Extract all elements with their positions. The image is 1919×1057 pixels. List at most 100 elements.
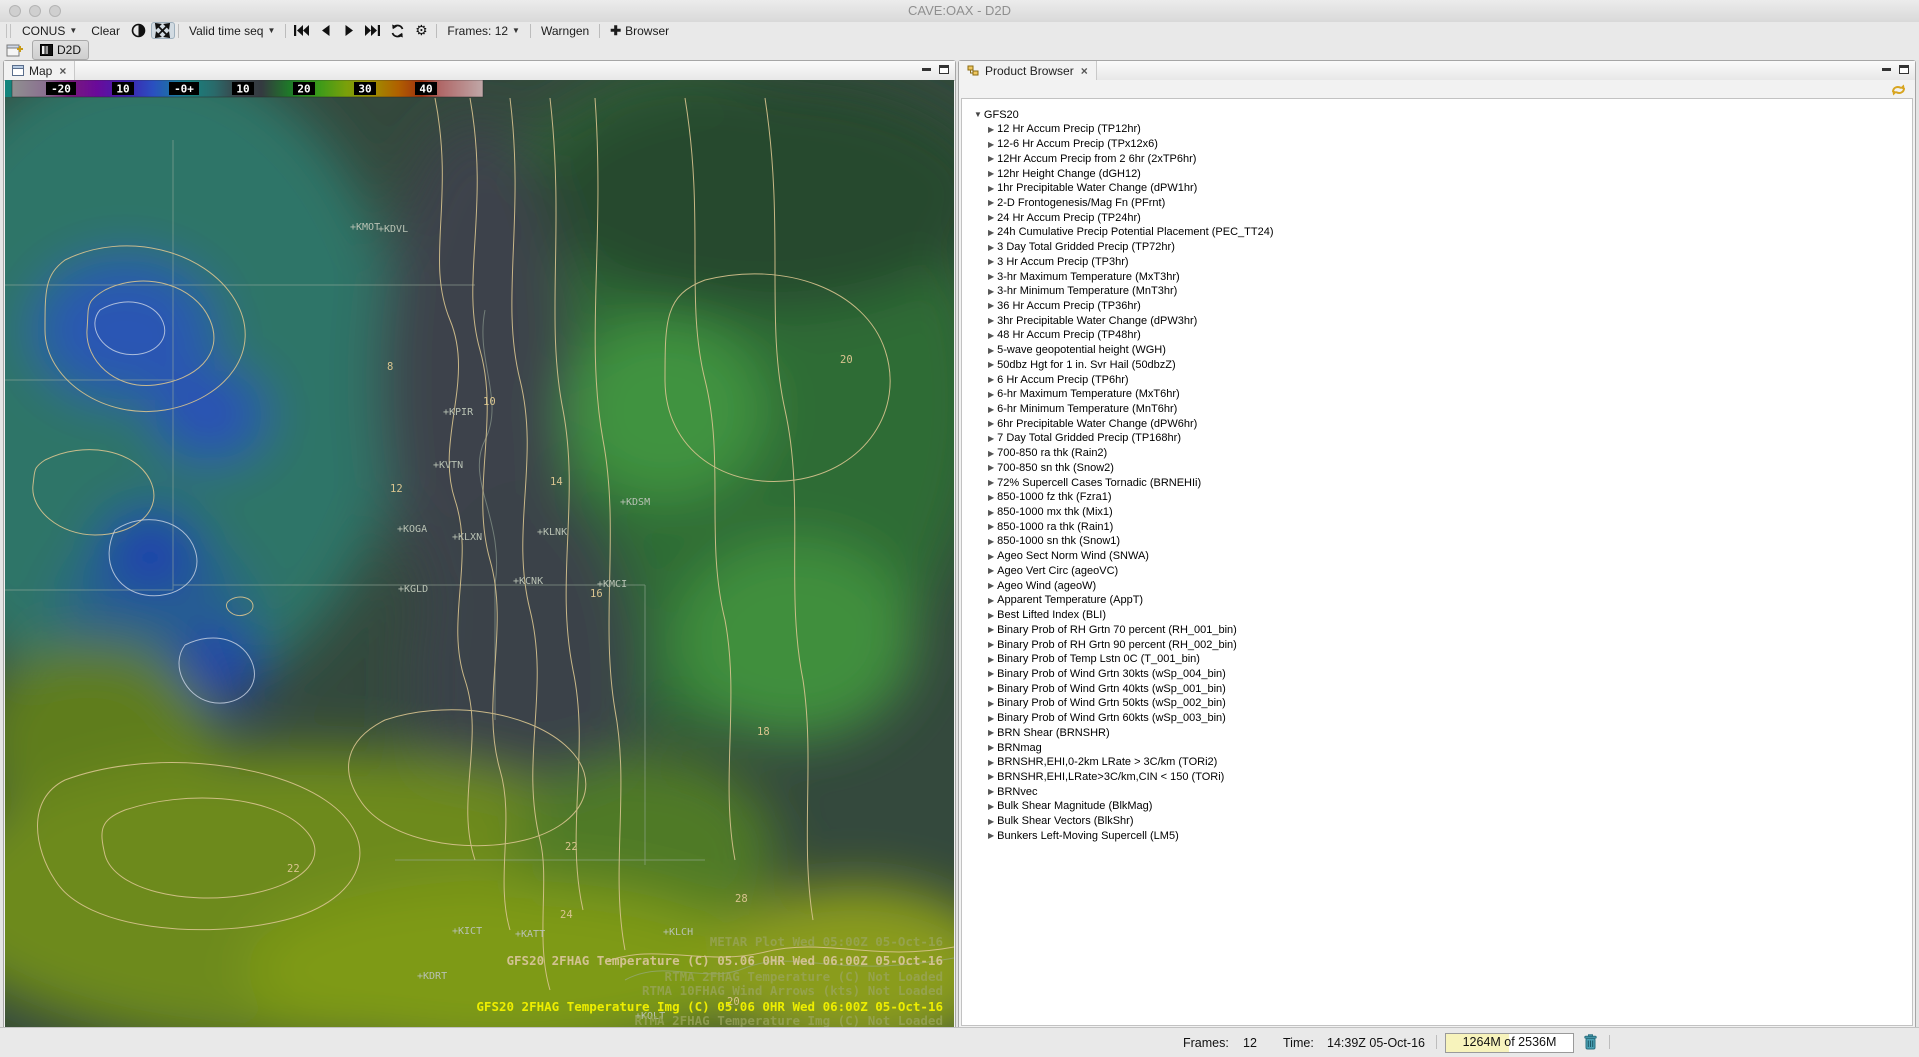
tree-item[interactable]: ▶Binary Prob of Temp Lstn 0C (T_001_bin) <box>988 652 1912 667</box>
expand-arrow-icon[interactable]: ▶ <box>988 743 994 752</box>
tree-item[interactable]: ▶1hr Precipitable Water Change (dPW1hr) <box>988 181 1912 196</box>
expand-arrow-icon[interactable]: ▶ <box>988 390 994 399</box>
tree-item[interactable]: ▶850-1000 mx thk (Mix1) <box>988 505 1912 520</box>
tree-item[interactable]: ▶Ageo Wind (ageoW) <box>988 578 1912 593</box>
tree-item[interactable]: ▶5-wave geopotential height (WGH) <box>988 343 1912 358</box>
collapse-arrow-icon[interactable]: ▼ <box>974 110 982 119</box>
tree-item[interactable]: ▶Best Lifted Index (BLI) <box>988 608 1912 623</box>
tree-item[interactable]: ▶3hr Precipitable Water Change (dPW3hr) <box>988 313 1912 328</box>
expand-arrow-icon[interactable]: ▶ <box>988 419 994 428</box>
expand-arrow-icon[interactable]: ▶ <box>988 434 994 443</box>
tree-item[interactable]: ▶2-D Frontogenesis/Mag Fn (PFrnt) <box>988 196 1912 211</box>
expand-arrow-icon[interactable]: ▶ <box>988 655 994 664</box>
tree-item[interactable]: ▶BRNmag <box>988 740 1912 755</box>
expand-arrow-icon[interactable]: ▶ <box>988 449 994 458</box>
map-canvas[interactable]: +KMOT+KDVL+KPIR+KVTN+KLNK+KOGA+KLXN+KGLD… <box>5 80 954 1027</box>
tree-item[interactable]: ▶24 Hr Accum Precip (TP24hr) <box>988 210 1912 225</box>
expand-arrow-icon[interactable]: ▶ <box>988 611 994 620</box>
tree-item[interactable]: ▶12Hr Accum Precip from 2 6hr (2xTP6hr) <box>988 151 1912 166</box>
expand-arrow-icon[interactable]: ▶ <box>988 405 994 414</box>
tree-item[interactable]: ▶3 Hr Accum Precip (TP3hr) <box>988 254 1912 269</box>
expand-arrow-icon[interactable]: ▶ <box>988 463 994 472</box>
valid-time-seq-dropdown[interactable]: Valid time seq▼ <box>182 22 282 39</box>
expand-arrow-icon[interactable]: ▶ <box>988 493 994 502</box>
expand-arrow-icon[interactable]: ▶ <box>988 831 994 840</box>
expand-arrow-icon[interactable]: ▶ <box>988 301 994 310</box>
close-icon[interactable]: × <box>1081 64 1088 78</box>
expand-arrow-icon[interactable]: ▶ <box>988 346 994 355</box>
tree-item[interactable]: ▶3-hr Maximum Temperature (MxT3hr) <box>988 269 1912 284</box>
expand-arrow-icon[interactable]: ▶ <box>988 228 994 237</box>
expand-arrow-icon[interactable]: ▶ <box>988 758 994 767</box>
tree-item[interactable]: ▶6-hr Minimum Temperature (MnT6hr) <box>988 402 1912 417</box>
expand-arrow-icon[interactable]: ▶ <box>988 537 994 546</box>
expand-arrow-icon[interactable]: ▶ <box>988 198 994 207</box>
first-frame-button[interactable] <box>289 22 313 39</box>
expand-arrow-icon[interactable]: ▶ <box>988 243 994 252</box>
tree-item[interactable]: ▶850-1000 fz thk (Fzra1) <box>988 490 1912 505</box>
tree-item[interactable]: ▶50dbz Hgt for 1 in. Svr Hail (50dbzZ) <box>988 358 1912 373</box>
expand-arrow-icon[interactable]: ▶ <box>988 566 994 575</box>
tree-item[interactable]: ▶Binary Prob of RH Grtn 70 percent (RH_0… <box>988 622 1912 637</box>
play-button[interactable] <box>337 22 361 39</box>
expand-arrow-icon[interactable]: ▶ <box>988 699 994 708</box>
expand-arrow-icon[interactable]: ▶ <box>988 360 994 369</box>
expand-arrow-icon[interactable]: ▶ <box>988 375 994 384</box>
loop-button[interactable] <box>385 22 409 39</box>
tree-item[interactable]: ▶12hr Height Change (dGH12) <box>988 166 1912 181</box>
time-options-button[interactable]: ⚙ <box>409 22 433 39</box>
clear-button[interactable]: Clear <box>84 22 127 39</box>
expand-arrow-icon[interactable]: ▶ <box>988 772 994 781</box>
expand-arrow-icon[interactable]: ▶ <box>988 478 994 487</box>
tree-item[interactable]: ▶Bulk Shear Magnitude (BlkMag) <box>988 799 1912 814</box>
tree-item[interactable]: ▶24h Cumulative Precip Potential Placeme… <box>988 225 1912 240</box>
tree-item[interactable]: ▶Bunkers Left-Moving Supercell (LM5) <box>988 829 1912 844</box>
open-perspective-icon[interactable] <box>6 42 24 58</box>
expand-arrow-icon[interactable]: ▶ <box>988 640 994 649</box>
tree-item[interactable]: ▶Binary Prob of Wind Grtn 50kts (wSp_002… <box>988 696 1912 711</box>
tree-item[interactable]: ▶Binary Prob of Wind Grtn 30kts (wSp_004… <box>988 667 1912 682</box>
pan-zoom-button[interactable] <box>151 22 175 39</box>
tree-item[interactable]: ▶7 Day Total Gridded Precip (TP168hr) <box>988 431 1912 446</box>
memory-gauge[interactable]: 1264M of 2536M <box>1445 1033 1574 1053</box>
tree-item[interactable]: ▶850-1000 ra thk (Rain1) <box>988 519 1912 534</box>
expand-arrow-icon[interactable]: ▶ <box>988 287 994 296</box>
tree-item[interactable]: ▶700-850 ra thk (Rain2) <box>988 446 1912 461</box>
garbage-collect-button[interactable] <box>1580 1033 1600 1051</box>
refresh-products-icon[interactable] <box>1890 82 1907 98</box>
close-icon[interactable]: × <box>59 64 66 78</box>
tree-item[interactable]: ▶3 Day Total Gridded Precip (TP72hr) <box>988 240 1912 255</box>
expand-arrow-icon[interactable]: ▶ <box>988 684 994 693</box>
tree-item[interactable]: ▶Binary Prob of RH Grtn 90 percent (RH_0… <box>988 637 1912 652</box>
tree-item[interactable]: ▶850-1000 sn thk (Snow1) <box>988 534 1912 549</box>
expand-arrow-icon[interactable]: ▶ <box>988 140 994 149</box>
warngen-button[interactable]: Warngen <box>534 22 596 39</box>
expand-arrow-icon[interactable]: ▶ <box>988 728 994 737</box>
browser-button[interactable]: ✚ Browser <box>603 22 676 39</box>
expand-arrow-icon[interactable]: ▶ <box>988 272 994 281</box>
expand-arrow-icon[interactable]: ▶ <box>988 625 994 634</box>
expand-arrow-icon[interactable]: ▶ <box>988 802 994 811</box>
maximize-panel-icon[interactable] <box>1899 65 1909 74</box>
tree-item[interactable]: ▶Apparent Temperature (AppT) <box>988 593 1912 608</box>
expand-arrow-icon[interactable]: ▶ <box>988 125 994 134</box>
expand-arrow-icon[interactable]: ▶ <box>988 522 994 531</box>
expand-arrow-icon[interactable]: ▶ <box>988 552 994 561</box>
expand-arrow-icon[interactable]: ▶ <box>988 184 994 193</box>
tree-item[interactable]: ▶BRNSHR,EHI,0-2km LRate > 3C/km (TORi2) <box>988 755 1912 770</box>
expand-arrow-icon[interactable]: ▶ <box>988 669 994 678</box>
tree-root-gfs20[interactable]: ▼ GFS20 <box>974 107 1912 122</box>
frames-dropdown[interactable]: Frames: 12▼ <box>440 22 527 39</box>
maximize-panel-icon[interactable] <box>939 65 949 74</box>
step-back-button[interactable] <box>313 22 337 39</box>
tree-item[interactable]: ▶Ageo Sect Norm Wind (SNWA) <box>988 549 1912 564</box>
tree-item[interactable]: ▶Binary Prob of Wind Grtn 60kts (wSp_003… <box>988 711 1912 726</box>
expand-arrow-icon[interactable]: ▶ <box>988 213 994 222</box>
tree-item[interactable]: ▶6-hr Maximum Temperature (MxT6hr) <box>988 387 1912 402</box>
tree-item[interactable]: ▶12-6 Hr Accum Precip (TPx12x6) <box>988 137 1912 152</box>
minimize-panel-icon[interactable] <box>1882 68 1891 74</box>
tree-item[interactable]: ▶Bulk Shear Vectors (BlkShr) <box>988 814 1912 829</box>
tree-item[interactable]: ▶72% Supercell Cases Tornadic (BRNEHIi) <box>988 475 1912 490</box>
expand-arrow-icon[interactable]: ▶ <box>988 316 994 325</box>
expand-arrow-icon[interactable]: ▶ <box>988 508 994 517</box>
